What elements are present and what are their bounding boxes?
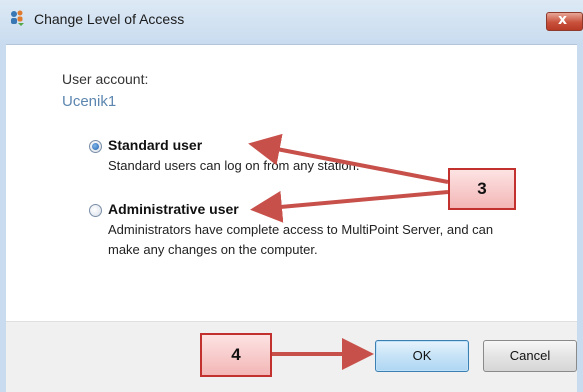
close-icon: x xyxy=(558,12,568,28)
change-level-of-access-dialog: Change Level of Access x User account: U… xyxy=(0,0,583,392)
people-access-icon xyxy=(11,10,24,26)
screenshot-stage: Change Level of Access x User account: U… xyxy=(0,0,583,392)
administrative-user-radio[interactable] xyxy=(89,204,102,217)
user-account-name: Ucenik1 xyxy=(62,93,117,110)
close-button[interactable]: x xyxy=(546,12,583,31)
cancel-button[interactable]: Cancel xyxy=(483,340,577,372)
user-account-label: User account: xyxy=(62,71,149,87)
title-bar: Change Level of Access x xyxy=(0,0,583,45)
ok-button[interactable]: OK xyxy=(375,340,469,372)
standard-user-title[interactable]: Standard user xyxy=(108,137,202,153)
window-title: Change Level of Access xyxy=(34,11,185,27)
window-frame-right xyxy=(577,44,583,392)
step-3-callout: 3 xyxy=(448,168,516,210)
administrative-user-description-line2: make any changes on the computer. xyxy=(108,242,318,257)
step-4-callout: 4 xyxy=(200,333,272,377)
standard-user-description: Standard users can log on from any stati… xyxy=(108,158,360,173)
administrative-user-description-line1: Administrators have complete access to M… xyxy=(108,222,494,237)
standard-user-radio[interactable] xyxy=(89,140,102,153)
administrative-user-title[interactable]: Administrative user xyxy=(108,201,239,217)
